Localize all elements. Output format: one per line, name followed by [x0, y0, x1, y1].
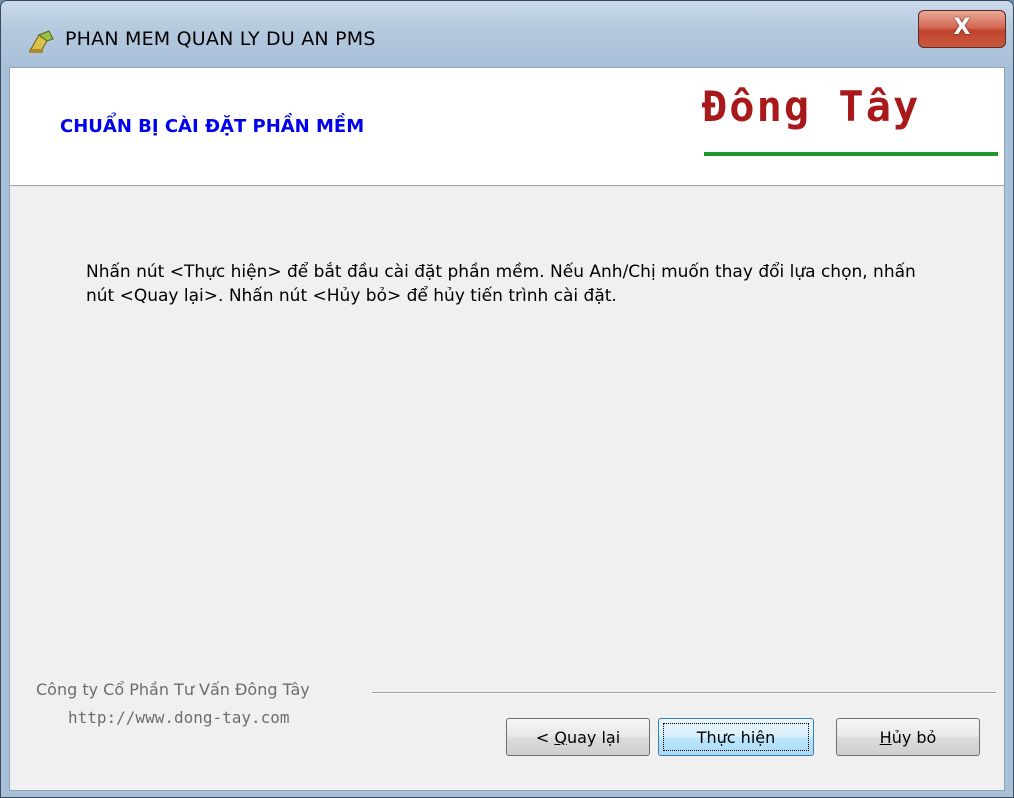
- logo-text: Đông Tây: [702, 82, 921, 131]
- company-name: Công ty Cổ Phần Tư Vấn Đông Tây: [36, 680, 310, 699]
- installer-window: PHAN MEM QUAN LY DU AN PMS X CHUẨN BỊ CÀ…: [0, 0, 1014, 798]
- cancel-button[interactable]: Hủy bỏ: [836, 718, 980, 756]
- company-logo: Đông Tây: [700, 82, 1000, 162]
- company-url: http://www.dong-tay.com: [68, 708, 290, 727]
- cancel-button-label: ủy bỏ: [891, 727, 937, 747]
- client-area: CHUẨN BỊ CÀI ĐẶT PHẦN MỀM Đông Tây Nhấn …: [9, 67, 1005, 791]
- back-button-accelerator: Q: [554, 727, 567, 747]
- close-button[interactable]: X: [918, 10, 1006, 48]
- window-title: PHAN MEM QUAN LY DU AN PMS: [65, 28, 376, 50]
- back-button-prefix: <: [535, 727, 555, 747]
- title-bar[interactable]: PHAN MEM QUAN LY DU AN PMS X: [1, 1, 1013, 67]
- footer-divider: [372, 692, 996, 693]
- back-button[interactable]: < Quay lại: [506, 718, 650, 756]
- wizard-header: CHUẨN BỊ CÀI ĐẶT PHẦN MỀM Đông Tây: [10, 68, 1004, 186]
- back-button-label: uay lại: [566, 727, 621, 747]
- execute-button[interactable]: Thực hiện: [658, 718, 814, 756]
- focus-rectangle: [663, 723, 809, 751]
- close-icon: X: [953, 15, 971, 40]
- installer-app-icon: [27, 29, 55, 55]
- page-title: CHUẨN BỊ CÀI ĐẶT PHẦN MỀM: [60, 116, 365, 137]
- cancel-button-accelerator: H: [879, 727, 892, 747]
- instruction-text: Nhấn nút <Thực hiện> để bắt đầu cài đặt …: [86, 262, 916, 306]
- logo-underline: [704, 152, 998, 156]
